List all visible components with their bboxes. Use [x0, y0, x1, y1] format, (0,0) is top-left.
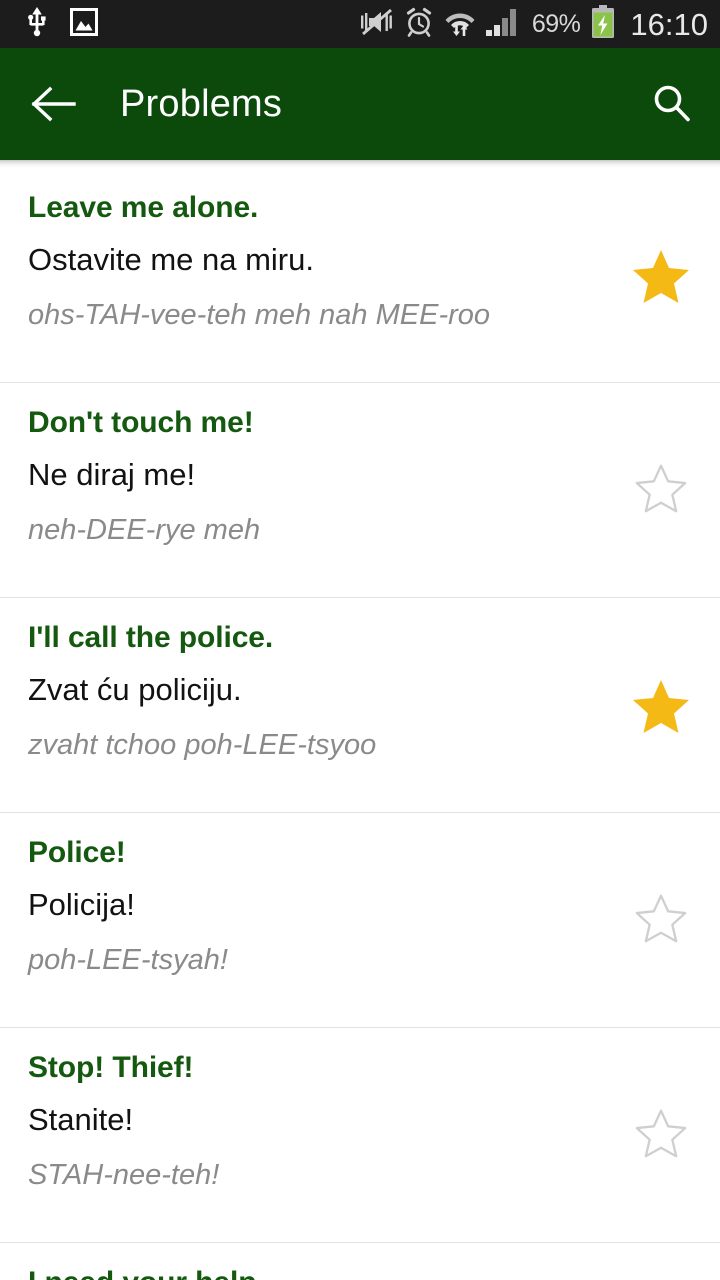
status-bar: 69% 16:10 [0, 0, 720, 48]
status-bar-right-icons: 69% 16:10 [360, 4, 708, 44]
clock-label: 16:10 [630, 6, 708, 42]
list-item[interactable]: I'll call the police. Zvat ću policiju. … [0, 598, 720, 813]
phrase-pronunciation: ohs-TAH-vee-teh meh nah MEE-roo [28, 298, 491, 331]
phrase-english: I'll call the police. [28, 621, 274, 654]
app-bar-shadow [0, 160, 720, 168]
list-item[interactable]: Don't touch me! Ne diraj me! neh-DEE-rye… [0, 383, 720, 598]
phrase-text-group: Don't touch me! Ne diraj me! neh-DEE-rye… [0, 405, 602, 547]
favorite-toggle[interactable] [602, 405, 720, 513]
star-filled-icon [633, 680, 689, 733]
signal-bars-icon [485, 7, 522, 42]
app-bar: Problems [0, 48, 720, 160]
phrase-text-group: Leave me alone. Ostavite me na miru. ohs… [0, 190, 602, 332]
phone-screen: 69% 16:10 Problems Leave me alone. Ostav… [0, 0, 720, 1280]
search-button[interactable] [650, 82, 694, 126]
phrase-english: Stop! Thief! [28, 1051, 194, 1084]
phrase-translation: Ne diraj me! [28, 457, 196, 493]
status-bar-left-icons [24, 6, 98, 42]
alarm-clock-icon [404, 7, 434, 42]
phrase-pronunciation: zvaht tchoo poh-LEE-tsyoo [28, 728, 377, 761]
phrase-english: I need your help. [28, 1265, 592, 1280]
search-icon [654, 85, 690, 122]
list-item[interactable]: Stop! Thief! Stanite! STAH-nee-teh! [0, 1028, 720, 1243]
page-title: Problems [120, 82, 283, 125]
favorite-toggle[interactable] [602, 1265, 720, 1280]
phrase-translation: Ostavite me na miru. [28, 242, 314, 278]
star-outline-icon [635, 1109, 687, 1158]
battery-charging-icon [590, 4, 616, 44]
phrase-text-group: I'll call the police. Zvat ću policiju. … [0, 620, 602, 762]
phrase-pronunciation: poh-LEE-tsyah! [28, 943, 228, 976]
phrase-translation: Zvat ću policiju. [28, 672, 242, 708]
phrase-text-group: Stop! Thief! Stanite! STAH-nee-teh! [0, 1050, 602, 1192]
favorite-toggle[interactable] [602, 1050, 720, 1158]
phrase-translation: Stanite! [28, 1102, 134, 1138]
list-item[interactable]: Police! Policija! poh-LEE-tsyah! [0, 813, 720, 1028]
phrase-text-group: I need your help. [0, 1265, 602, 1280]
usb-icon [24, 6, 50, 42]
favorite-toggle[interactable] [602, 620, 720, 734]
back-button[interactable] [30, 85, 76, 123]
wifi-transfer-icon [444, 7, 476, 42]
star-filled-icon [633, 250, 689, 303]
favorite-toggle[interactable] [602, 190, 720, 304]
image-icon [70, 7, 98, 41]
favorite-toggle[interactable] [602, 835, 720, 943]
list-item[interactable]: Leave me alone. Ostavite me na miru. ohs… [0, 168, 720, 383]
star-outline-icon [635, 464, 687, 513]
mute-vibrate-icon [360, 7, 394, 42]
arrow-left-icon [31, 86, 76, 122]
phrase-english: Leave me alone. [28, 191, 259, 224]
phrase-translation: Policija! [28, 887, 135, 923]
phrase-list: Leave me alone. Ostavite me na miru. ohs… [0, 168, 720, 1280]
list-item[interactable]: I need your help. [0, 1243, 720, 1280]
phrase-english: Police! [28, 836, 126, 869]
battery-percent-label: 69% [531, 9, 581, 38]
phrase-text-group: Police! Policija! poh-LEE-tsyah! [0, 835, 602, 977]
phrase-pronunciation: STAH-nee-teh! [28, 1158, 220, 1191]
phrase-english: Don't touch me! [28, 406, 254, 439]
phrase-pronunciation: neh-DEE-rye meh [28, 513, 261, 546]
star-outline-icon [635, 894, 687, 943]
